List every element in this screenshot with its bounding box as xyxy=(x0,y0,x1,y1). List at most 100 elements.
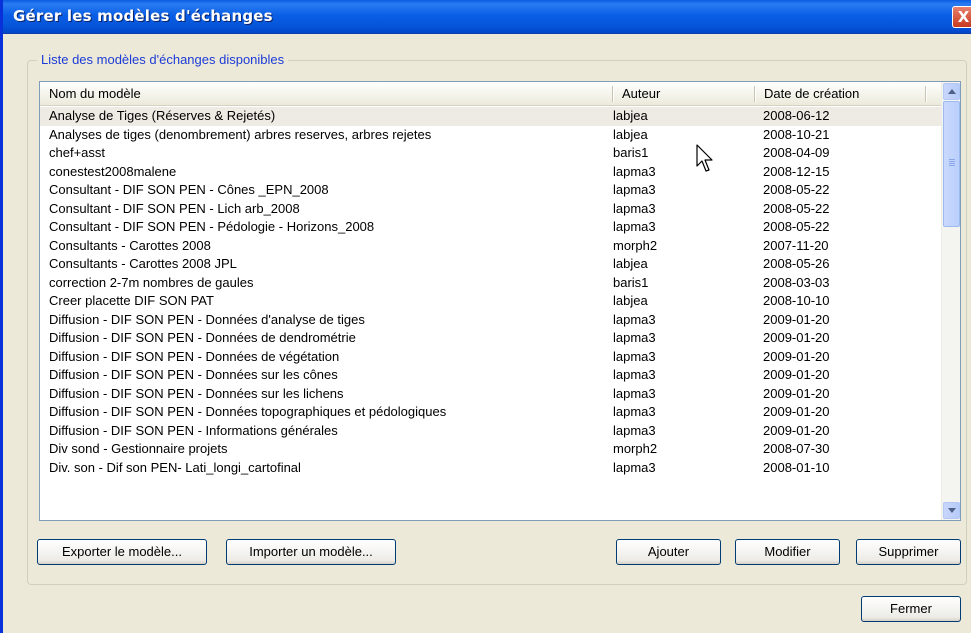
list-rows: Analyse de Tiges (Réserves & Rejetés) lab… xyxy=(40,107,941,477)
column-header-author[interactable]: Auteur xyxy=(613,82,754,105)
model-name-cell: Diffusion - DIF SON PEN - Données de den… xyxy=(49,330,356,345)
window-title: Gérer les modèles d'échanges xyxy=(13,7,273,25)
list-item[interactable]: Creer placette DIF SON PAT labjea 2008-10-… xyxy=(40,292,941,311)
list-item[interactable]: Diffusion - DIF SON PEN - Données de den… xyxy=(40,329,941,348)
add-button[interactable]: Ajouter xyxy=(616,539,721,565)
author-cell: baris1 xyxy=(613,145,649,160)
date-cell: 2007-11-20 xyxy=(763,237,829,253)
author-cell: labjea xyxy=(613,256,648,271)
date-cell: 2008-04-09 xyxy=(763,145,830,160)
date-cell: 2009-01-20 xyxy=(763,311,830,327)
column-divider[interactable] xyxy=(925,86,926,102)
group-legend: Liste des modèles d'échanges disponibles xyxy=(37,52,289,67)
column-header-date[interactable]: Date de création xyxy=(755,82,925,105)
date-cell: 2009-01-20 xyxy=(763,385,830,401)
column-header-name[interactable]: Nom du modèle xyxy=(40,82,612,105)
vertical-scrollbar[interactable] xyxy=(941,82,960,520)
author-cell: lapma3 xyxy=(613,459,656,475)
close-icon[interactable]: X xyxy=(952,6,971,28)
delete-button[interactable]: Supprimer xyxy=(856,539,961,565)
list-item[interactable]: Diffusion - DIF SON PEN - Données sur le… xyxy=(40,385,941,404)
model-name-cell: Creer placette DIF SON PAT xyxy=(49,293,214,308)
list-item[interactable]: Diffusion - DIF SON PEN - Données de vég… xyxy=(40,348,941,367)
model-name-cell: Analyses de tiges (denombrement) arbres … xyxy=(49,126,432,142)
list-item[interactable]: Div. son - Dif son PEN- Lati_longi_carto… xyxy=(40,459,941,478)
date-cell: 2009-01-20 xyxy=(763,330,830,345)
date-cell: 2008-05-26 xyxy=(763,256,830,271)
model-name-cell: Diffusion - DIF SON PEN - Informations g… xyxy=(49,422,338,438)
list-item[interactable]: Consultant - DIF SON PEN - Lich arb_2008… xyxy=(40,200,941,219)
author-cell: lapma3 xyxy=(613,348,656,364)
author-cell: lapma3 xyxy=(613,182,656,197)
model-name-cell: Consultant - DIF SON PEN - Lich arb_2008 xyxy=(49,200,300,216)
grip-line xyxy=(949,159,955,160)
chevron-down-icon xyxy=(948,508,956,513)
scroll-down-button[interactable] xyxy=(943,502,960,519)
grip-line xyxy=(949,165,955,166)
date-cell: 2008-01-10 xyxy=(763,459,830,475)
date-cell: 2009-01-20 xyxy=(763,404,830,419)
date-cell: 2009-01-20 xyxy=(763,348,830,364)
list-item[interactable]: Consultants - Carottes 2008 morph2 2007-11… xyxy=(40,237,941,256)
author-cell: lapma3 xyxy=(613,163,656,179)
list-item[interactable]: Analyses de tiges (denombrement) arbres … xyxy=(40,126,941,145)
author-cell: lapma3 xyxy=(613,311,656,327)
author-cell: lapma3 xyxy=(613,200,656,216)
list-item[interactable]: Diffusion - DIF SON PEN - Données topogr… xyxy=(40,403,941,422)
list-item[interactable]: correction 2-7m nombres de gaules baris1 2… xyxy=(40,274,941,293)
close-button[interactable]: Fermer xyxy=(861,596,961,622)
list-item[interactable]: Diffusion - DIF SON PEN - Données sur le… xyxy=(40,366,941,385)
list-item[interactable]: Diffusion - DIF SON PEN - Données d'anal… xyxy=(40,311,941,330)
model-name-cell: Div. son - Dif son PEN- Lati_longi_carto… xyxy=(49,459,301,475)
date-cell: 2008-05-22 xyxy=(763,182,830,197)
author-cell: morph2 xyxy=(613,441,658,456)
chevron-up-icon xyxy=(948,89,956,94)
export-model-button[interactable]: Exporter le modèle... xyxy=(37,539,207,565)
author-cell: lapma3 xyxy=(613,367,656,382)
import-model-button[interactable]: Importer un modèle... xyxy=(226,539,396,565)
list-item[interactable]: Consultant - DIF SON PEN - Pédologie - H… xyxy=(40,218,941,237)
author-cell: morph2 xyxy=(613,237,658,253)
author-cell: labjea xyxy=(613,108,648,123)
author-cell: lapma3 xyxy=(613,330,656,345)
author-cell: labjea xyxy=(613,293,648,308)
author-cell: labjea xyxy=(613,126,648,142)
mouse-pointer-icon xyxy=(696,144,713,172)
model-name-cell: conestest2008malene xyxy=(49,163,177,179)
model-name-cell: Diffusion - DIF SON PEN - Données de vég… xyxy=(49,348,340,364)
grip-line xyxy=(949,161,955,162)
model-name-cell: Consultant - DIF SON PEN - Pédologie - H… xyxy=(49,219,375,234)
list-item[interactable]: Div sond - Gestionnaire projets morph2 200… xyxy=(40,440,941,459)
model-name-cell: correction 2-7m nombres de gaules xyxy=(49,274,254,290)
modify-button[interactable]: Modifier xyxy=(735,539,840,565)
model-name-cell: Analyse de Tiges (Réserves & Rejetés) xyxy=(49,108,276,123)
title-bar[interactable]: Gérer les modèles d'échanges X xyxy=(3,0,971,34)
model-name-cell: Diffusion - DIF SON PEN - Données d'anal… xyxy=(49,311,365,327)
date-cell: 2008-03-03 xyxy=(763,274,830,290)
model-name-cell: Consultants - Carottes 2008 JPL xyxy=(49,256,237,271)
model-name-cell: Consultant - DIF SON PEN - Cônes _EPN_20… xyxy=(49,182,329,197)
list-item[interactable]: Consultants - Carottes 2008 JPL labjea 200… xyxy=(40,255,941,274)
date-cell: 2008-10-10 xyxy=(763,293,830,308)
date-cell: 2009-01-20 xyxy=(763,422,830,438)
list-item[interactable]: Analyse de Tiges (Réserves & Rejetés) lab… xyxy=(40,107,941,126)
date-cell: 2009-01-20 xyxy=(763,367,830,382)
list-item[interactable]: Diffusion - DIF SON PEN - Informations g… xyxy=(40,422,941,441)
list-item[interactable]: Consultant - DIF SON PEN - Cônes _EPN_20… xyxy=(40,181,941,200)
model-name-cell: chef+asst xyxy=(49,145,106,160)
grip-line xyxy=(949,163,955,164)
list-item[interactable]: chef+asst baris1 2008-04-09 xyxy=(40,144,941,163)
model-name-cell: Diffusion - DIF SON PEN - Données topogr… xyxy=(49,404,447,419)
scrollbar-thumb[interactable] xyxy=(943,101,960,227)
models-list[interactable]: Nom du modèle Auteur Date de création An… xyxy=(39,81,961,521)
author-cell: lapma3 xyxy=(613,422,656,438)
date-cell: 2008-10-21 xyxy=(763,126,830,142)
model-name-cell: Diffusion - DIF SON PEN - Données sur le… xyxy=(49,385,344,401)
date-cell: 2008-05-22 xyxy=(763,219,830,234)
date-cell: 2008-05-22 xyxy=(763,200,830,216)
list-item[interactable]: conestest2008malene lapma3 2008-12-15 xyxy=(40,163,941,182)
author-cell: lapma3 xyxy=(613,385,656,401)
scroll-up-button[interactable] xyxy=(943,83,960,100)
list-header: Nom du modèle Auteur Date de création xyxy=(40,82,941,106)
date-cell: 2008-12-15 xyxy=(763,163,830,179)
